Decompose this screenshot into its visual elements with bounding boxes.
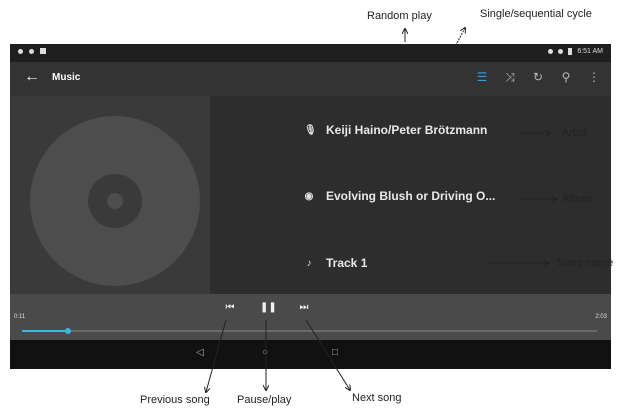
nav-home-icon[interactable]: ○: [262, 347, 268, 358]
tablet-screen: 6:51 AM ← Music ☰ ⤨ ↻ ⚲ ⋮ 🎙 Keiji Haino/…: [10, 44, 611, 369]
seek-thumb[interactable]: [65, 328, 71, 334]
album-row: ◉ Evolving Blush or Driving O...: [304, 189, 496, 203]
app-title: Music: [52, 72, 81, 83]
callout-pause-play: Pause/play: [237, 394, 292, 406]
artist-name: Keiji Haino/Peter Brötzmann: [326, 123, 488, 137]
music-note-icon: ♪: [306, 257, 312, 269]
disc-small-icon: ◉: [304, 190, 314, 202]
status-time: 6:51 AM: [577, 48, 603, 55]
seek-bar[interactable]: [22, 328, 597, 334]
wifi-icon: [558, 49, 564, 54]
nav-back-icon[interactable]: ◁: [196, 347, 204, 358]
callout-artist: Artist: [562, 127, 588, 139]
callout-next-song: Next song: [352, 392, 402, 404]
overflow-menu-icon[interactable]: ⋮: [587, 70, 601, 84]
status-bar: 6:51 AM: [10, 44, 611, 62]
back-arrow-icon[interactable]: ←: [24, 68, 40, 86]
image-notification-icon: [40, 48, 46, 54]
disc-icon: [30, 116, 200, 286]
usb-icon: [29, 48, 34, 54]
shuffle-icon[interactable]: ⤨: [503, 70, 517, 84]
repeat-icon[interactable]: ↻: [531, 70, 545, 84]
search-icon[interactable]: ⚲: [559, 70, 573, 84]
album-name: Evolving Blush or Driving O...: [326, 189, 496, 203]
callout-previous-song: Previous song: [140, 394, 210, 406]
callout-random-play: Random play: [367, 10, 432, 22]
album-art: [10, 96, 210, 294]
song-name: Track 1: [326, 256, 368, 270]
next-song-button[interactable]: ⏭: [298, 302, 310, 313]
microphone-icon: 🎙: [304, 124, 317, 136]
callout-cycle: Single/sequential cycle: [480, 8, 592, 20]
callout-album: Album: [562, 193, 594, 205]
artist-row: 🎙 Keiji Haino/Peter Brötzmann: [304, 123, 487, 137]
app-bar: ← Music ☰ ⤨ ↻ ⚲ ⋮: [10, 62, 611, 96]
battery-icon: [568, 48, 573, 55]
duration-time: 2:03: [595, 314, 607, 320]
callout-song-name: Song name: [557, 257, 614, 269]
system-nav-bar: ◁ ○ □: [10, 340, 611, 369]
bluetooth-icon: [548, 49, 554, 54]
pause-play-button[interactable]: ❚❚: [260, 302, 277, 313]
action-bar: ☰ ⤨ ↻ ⚲ ⋮: [475, 70, 601, 85]
notification-dot-icon: [18, 48, 23, 54]
queue-icon[interactable]: ☰: [475, 70, 489, 84]
nav-recents-icon[interactable]: □: [332, 347, 338, 358]
elapsed-time: 0:11: [14, 314, 26, 320]
playback-controls: 0:11 2:03 ⏮ ❚❚ ⏭: [10, 294, 611, 340]
song-row: ♪ Track 1: [304, 256, 368, 270]
previous-song-button[interactable]: ⏮: [224, 302, 236, 313]
